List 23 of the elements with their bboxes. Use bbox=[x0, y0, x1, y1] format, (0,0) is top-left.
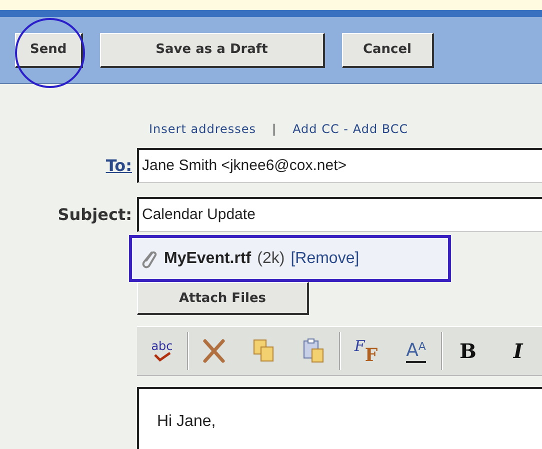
scissors-icon[interactable] bbox=[201, 338, 227, 364]
attachment-size: (2k) bbox=[257, 250, 285, 268]
toolbar-button[interactable]: Cancel bbox=[342, 32, 434, 68]
message-editor[interactable]: Hi Jane, bbox=[137, 387, 542, 449]
add-cc-bcc-link[interactable]: Add CC - Add BCC bbox=[292, 122, 408, 136]
subject-field[interactable]: Calendar Update bbox=[137, 197, 542, 232]
separator: | bbox=[271, 122, 278, 136]
to-field[interactable]: Jane Smith <jknee6@cox.net> bbox=[137, 148, 542, 183]
bold-button[interactable]: B bbox=[460, 339, 476, 363]
attach-files-button[interactable]: Attach Files bbox=[137, 282, 309, 315]
subject-label: Subject: bbox=[56, 205, 132, 224]
toolbar-button[interactable]: Send bbox=[15, 32, 83, 68]
toolbar-button[interactable]: Save as a Draft bbox=[100, 32, 325, 68]
message-text: Hi Jane, bbox=[157, 413, 216, 430]
paste-icon[interactable] bbox=[302, 338, 326, 364]
insert-addresses-link[interactable]: Insert addresses bbox=[149, 122, 256, 136]
copy-icon[interactable] bbox=[252, 338, 276, 364]
checkmark-icon bbox=[151, 352, 173, 362]
italic-button[interactable]: I bbox=[513, 339, 523, 363]
spellcheck-button[interactable]: abc bbox=[151, 340, 173, 362]
remove-link[interactable]: [Remove] bbox=[290, 250, 360, 268]
to-link[interactable]: To: bbox=[40, 156, 132, 175]
attachment-name: MyEvent.rtf bbox=[164, 250, 252, 268]
